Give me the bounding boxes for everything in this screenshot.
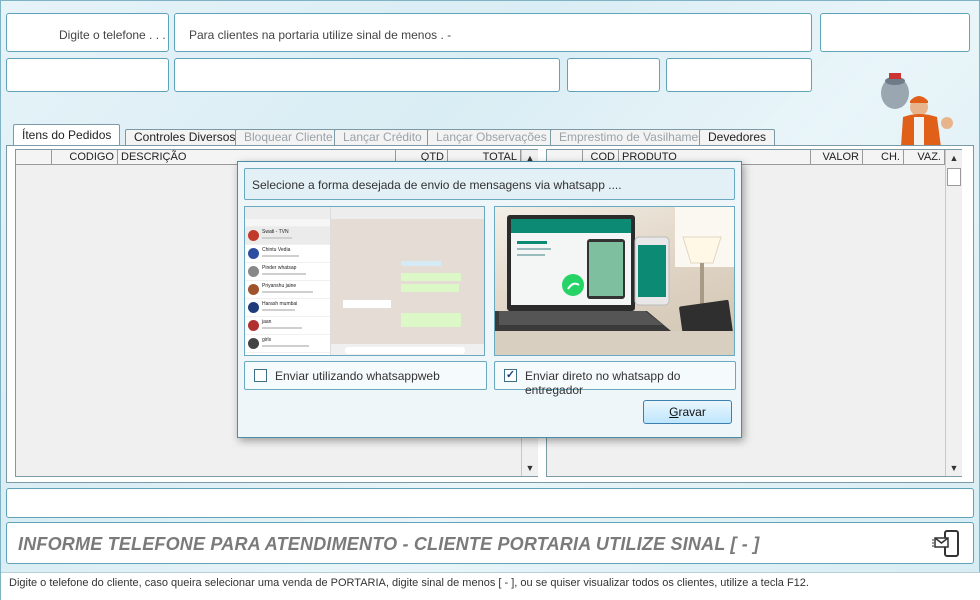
laptop-photo — [495, 207, 734, 355]
col-codigo[interactable]: CODIGO — [52, 150, 118, 165]
whatsapp-web-preview[interactable]: Swati - TVN Chintu Vedia Pinder whatsap Pri… — [244, 206, 485, 356]
wa-chat-name: Chintu Vedia — [262, 247, 291, 253]
customer-field-2[interactable] — [174, 58, 560, 92]
save-button[interactable]: Gravar — [643, 400, 732, 424]
wa-chat-row: Swati - TVN — [245, 227, 330, 245]
mobile-message-icon[interactable] — [932, 529, 962, 559]
tab-controles-diversos[interactable]: Controles Diversos — [125, 129, 245, 146]
top-right-field[interactable] — [820, 13, 970, 52]
status-bar: Digite o telefone do cliente, caso queir… — [1, 572, 980, 600]
whatsappweb-checkbox[interactable] — [254, 369, 267, 382]
dialog-message: Selecione a forma desejada de envio de m… — [244, 168, 735, 200]
wa-chat-avatar — [248, 266, 259, 277]
option-direct-whatsapp[interactable]: ✓ Enviar direto no whatsapp do entregado… — [494, 361, 736, 397]
direct-whatsapp-label: Enviar direto no whatsapp do entregador — [525, 369, 681, 397]
portaria-hint-text: Para clientes na portaria utilize sinal … — [189, 28, 452, 42]
wa-chat-name: Harash mumbai — [262, 301, 298, 307]
direct-whatsapp-checkbox[interactable]: ✓ — [504, 369, 517, 382]
tab-devedores[interactable]: Devedores — [699, 129, 776, 146]
whatsapp-desktop-preview[interactable] — [494, 206, 735, 356]
tab-lancar-credito[interactable]: Lançar Crédito — [334, 129, 431, 146]
col-selector[interactable] — [16, 150, 52, 165]
wa-chat-name: Pinder whatsap — [262, 265, 297, 271]
wa-chat-avatar — [248, 302, 259, 313]
phone-placeholder: Digite o telefone . . . — [59, 28, 166, 42]
customer-field-3[interactable] — [567, 58, 660, 92]
wa-web-sidebar: Swati - TVN Chintu Vedia Pinder whatsap Pri… — [245, 207, 331, 355]
wa-chat-row: jaan — [245, 317, 330, 335]
scroll-thumb[interactable] — [947, 168, 961, 186]
wa-chat-row: Pinder whatsap — [245, 263, 330, 281]
banner-text: INFORME TELEFONE PARA ATENDIMENTO - CLIE… — [18, 534, 760, 554]
customer-field-4[interactable] — [666, 58, 812, 92]
wa-chat-name: girls — [262, 337, 272, 343]
col-vaz[interactable]: VAZ. — [904, 150, 945, 165]
col-ch[interactable]: CH. — [863, 150, 904, 165]
whatsapp-send-dialog: Selecione a forma desejada de envio de m… — [237, 161, 742, 438]
wa-chat-avatar — [248, 320, 259, 331]
tab-emprestimo-de-vasilhames[interactable]: Emprestimo de Vasilhames — [550, 129, 714, 146]
wa-chat-avatar — [248, 248, 259, 259]
wa-chat-row: Priyanshu jaine — [245, 281, 330, 299]
tab-bloquear-cliente[interactable]: Bloquear Cliente — [235, 129, 342, 146]
main-window: Digite o telefone . . . Para clientes na… — [0, 0, 980, 600]
tab-itens-do-pedidos[interactable]: Ítens do Pedidos — [13, 124, 121, 146]
wa-chat-avatar — [248, 338, 259, 349]
wa-chat-name: Swati - TVN — [262, 229, 289, 235]
col-valor[interactable]: VALOR — [811, 150, 863, 165]
wa-chat-row: Harash mumbai — [245, 299, 330, 317]
option-whatsappweb[interactable]: Enviar utilizando whatsappweb — [244, 361, 487, 390]
customer-field-1[interactable] — [6, 58, 169, 92]
phone-input[interactable]: Digite o telefone . . . — [6, 13, 169, 52]
delivery-man-mascot — [881, 73, 953, 147]
wa-chat-row: girls — [245, 335, 330, 353]
products-scrollbar[interactable]: ▲ ▼ — [945, 150, 962, 476]
instruction-banner: INFORME TELEFONE PARA ATENDIMENTO - CLIE… — [6, 522, 974, 564]
portaria-hint-field[interactable]: Para clientes na portaria utilize sinal … — [174, 13, 812, 52]
notes-field[interactable] — [6, 488, 974, 518]
scroll-down-icon[interactable]: ▼ — [946, 460, 962, 476]
wa-web-conversation — [331, 207, 484, 355]
scroll-down-icon[interactable]: ▼ — [522, 460, 538, 476]
wa-chat-name: jaan — [262, 319, 272, 325]
wa-chat-avatar — [248, 230, 259, 241]
wa-chat-row: Chintu Vedia — [245, 245, 330, 263]
scroll-up-icon[interactable]: ▲ — [946, 150, 962, 166]
wa-chat-avatar — [248, 284, 259, 295]
tab-lancar-observacoes[interactable]: Lançar Observações — [427, 129, 556, 146]
wa-chat-name: Priyanshu jaine — [262, 283, 297, 289]
whatsappweb-label: Enviar utilizando whatsappweb — [275, 369, 440, 383]
